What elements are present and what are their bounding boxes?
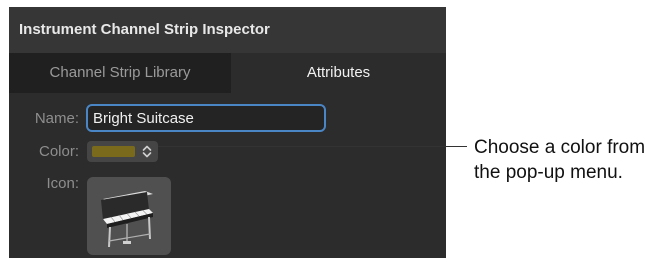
- name-field[interactable]: [86, 104, 326, 132]
- callout-text: Choose a color from the pop-up menu.: [474, 137, 646, 183]
- electric-piano-icon: [101, 191, 153, 248]
- inspector-panel: Instrument Channel Strip Inspector Chann…: [9, 7, 446, 258]
- name-label: Name:: [34, 110, 79, 127]
- tab-attributes[interactable]: Attributes: [231, 53, 446, 93]
- icon-label: Icon:: [46, 175, 79, 192]
- color-label: Color:: [38, 143, 79, 160]
- color-popup-button[interactable]: [87, 141, 158, 162]
- chevron-up-down-icon: [142, 145, 152, 158]
- inspector-title: Instrument Channel Strip Inspector: [9, 7, 446, 53]
- attributes-content: Name: Color: Icon:: [9, 93, 446, 258]
- icon-well[interactable]: [87, 177, 171, 255]
- tab-bar: Channel Strip Library Attributes: [9, 53, 446, 93]
- tab-channel-strip-library[interactable]: Channel Strip Library: [9, 53, 231, 93]
- callout-line: [158, 146, 467, 147]
- color-swatch: [92, 146, 135, 157]
